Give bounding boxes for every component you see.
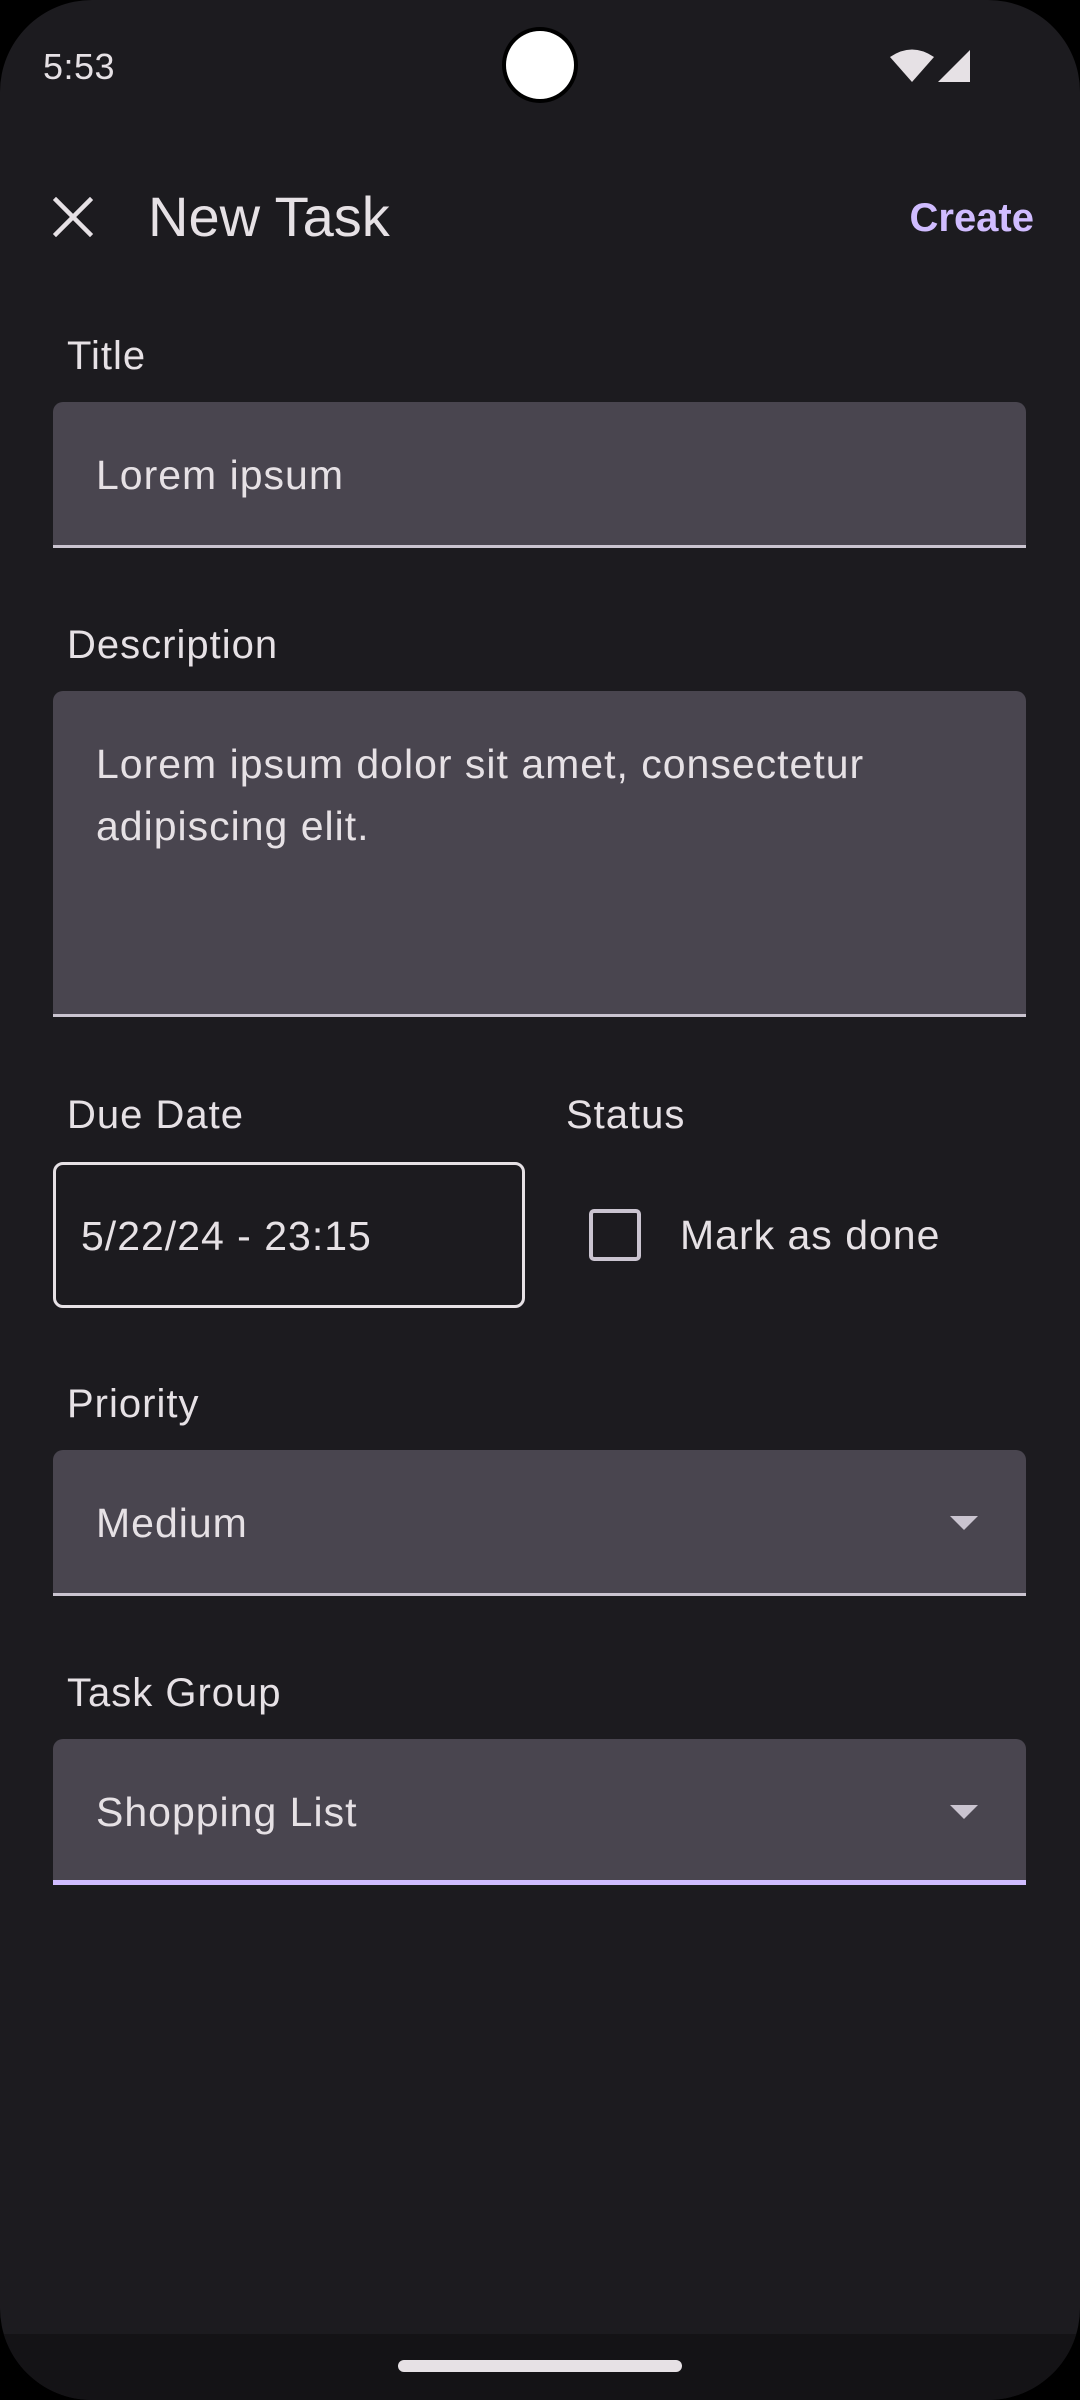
description-field[interactable]: Lorem ipsum dolor sit amet, consectetur … [53,691,1026,1017]
close-icon [53,197,93,237]
close-button[interactable] [40,184,106,250]
priority-value: Medium [96,1500,248,1546]
description-value-line-2: adipiscing elit. [96,803,370,849]
priority-dropdown[interactable]: Medium [53,1450,1026,1596]
wifi-icon [890,49,934,82]
page-title: New Task [148,185,390,248]
status-bar: 5:53 [0,0,1080,134]
title-value: Lorem ipsum [96,452,344,498]
task-group-dropdown[interactable]: Shopping List [53,1739,1026,1885]
cell-signal-icon [938,50,970,82]
dropdown-arrow-icon [950,1805,978,1819]
status-icons [888,48,998,84]
status-time: 5:53 [43,46,116,87]
status-label: Status [566,1093,686,1137]
title-field[interactable]: Lorem ipsum [53,402,1026,548]
create-button[interactable]: Create [909,190,1034,246]
mark-as-done-label[interactable]: Mark as done [680,1204,940,1266]
priority-label: Priority [67,1382,200,1426]
mark-as-done-checkbox[interactable] [589,1209,641,1261]
camera-cutout [506,31,574,99]
task-group-label: Task Group [67,1671,282,1715]
due-date-value: 5/22/24 - 23:15 [81,1213,372,1259]
title-label: Title [67,334,147,378]
description-value-line-1: Lorem ipsum dolor sit amet, consectetur [96,741,865,787]
due-date-field[interactable]: 5/22/24 - 23:15 [53,1162,525,1308]
task-group-value: Shopping List [96,1789,358,1835]
app-screen: 5:53 New Task Create Title Lorem ipsum D… [0,0,1080,2400]
description-label: Description [67,623,279,667]
dropdown-arrow-icon [950,1516,978,1530]
home-indicator[interactable] [398,2360,682,2372]
top-app-bar: New Task Create [0,160,1080,272]
due-date-label: Due Date [67,1093,244,1137]
